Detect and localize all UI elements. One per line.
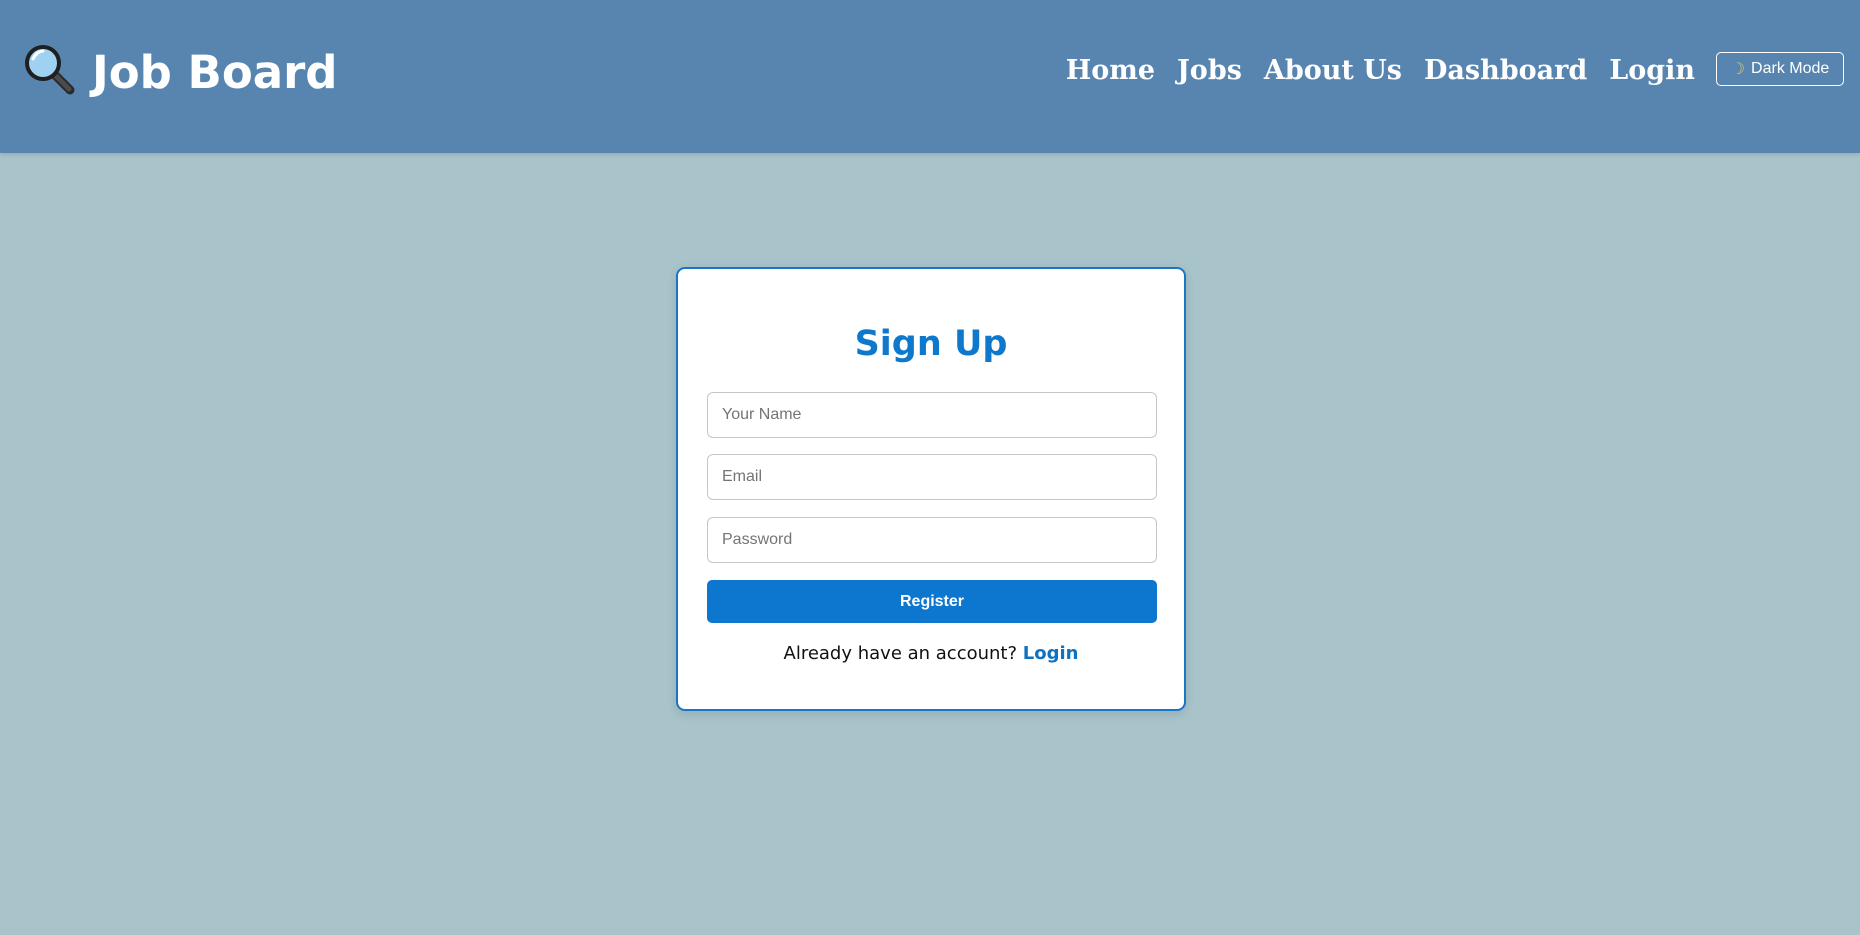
moon-icon: ☽ (1730, 61, 1746, 78)
name-input[interactable] (707, 392, 1157, 438)
login-prompt: Already have an account? Login (678, 643, 1184, 664)
login-prompt-text: Already have an account? (783, 643, 1018, 664)
nav-about-us-link[interactable]: About Us (1264, 55, 1402, 86)
nav-dashboard-link[interactable]: Dashboard (1424, 55, 1587, 86)
magnifying-glass-icon (22, 42, 78, 102)
nav-jobs-link[interactable]: Jobs (1177, 55, 1242, 86)
register-button[interactable]: Register (707, 580, 1157, 623)
login-link[interactable]: Login (1023, 643, 1079, 664)
brand[interactable]: Job Board (22, 42, 338, 102)
dark-mode-label: Dark Mode (1751, 60, 1830, 77)
signup-card: Sign Up Register Already have an account… (676, 267, 1186, 711)
nav-login-link[interactable]: Login (1609, 55, 1695, 86)
dark-mode-toggle-button[interactable]: ☽ Dark Mode (1716, 52, 1844, 86)
signup-title: Sign Up (854, 324, 1008, 364)
nav-home-link[interactable]: Home (1066, 55, 1155, 86)
brand-title: Job Board (92, 45, 338, 99)
email-input[interactable] (707, 454, 1157, 500)
main-nav: Home Jobs About Us Dashboard Login (1066, 52, 1695, 88)
password-input[interactable] (707, 517, 1157, 563)
site-header: Job Board Home Jobs About Us Dashboard L… (0, 0, 1860, 153)
